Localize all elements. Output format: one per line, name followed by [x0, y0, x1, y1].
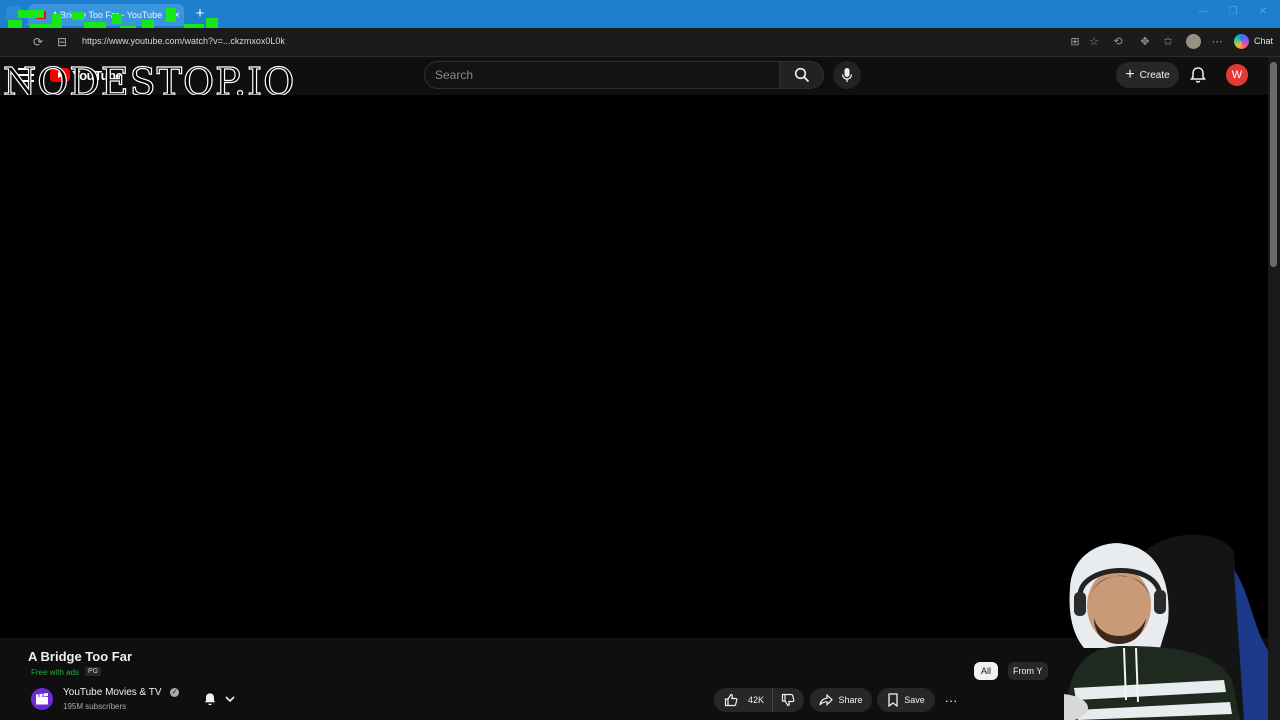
bookmark-icon — [888, 693, 898, 707]
chevron-down-icon[interactable] — [223, 692, 237, 706]
search-icon — [794, 67, 809, 83]
save-label: Save — [904, 695, 925, 705]
like-dislike-group: 42K — [714, 688, 804, 712]
share-arrow-icon — [819, 694, 834, 706]
channel-name[interactable]: YouTube Movies & TV — [63, 687, 162, 698]
copilot-icon[interactable] — [1234, 34, 1249, 49]
subscription-bell-icon[interactable] — [202, 691, 218, 707]
voice-search-button[interactable] — [833, 61, 861, 89]
tab-title: A Bridge Too Far - YouTube — [52, 10, 163, 20]
filter-chip-from[interactable]: From Y — [1008, 662, 1048, 680]
chat-button[interactable]: Chat — [1254, 36, 1273, 46]
site-info-icon[interactable]: ⊟ — [54, 34, 70, 50]
rating-badge: PG — [85, 667, 102, 676]
clapperboard-icon — [36, 693, 48, 705]
address-bar[interactable]: https://www.youtube.com/watch?v=...ckzmx… — [82, 36, 285, 46]
favorites-icon[interactable]: ✩ — [1161, 35, 1175, 49]
free-with-ads-badge: Free with ads — [31, 668, 80, 677]
microphone-icon — [841, 68, 853, 82]
maximize-window-button[interactable]: ❐ — [1226, 6, 1240, 20]
page-scrollbar[interactable] — [1268, 57, 1280, 720]
filter-chip-all[interactable]: All — [974, 662, 998, 680]
verified-check-icon: ✓ — [170, 688, 179, 697]
channel-avatar[interactable] — [31, 688, 53, 710]
more-menu-icon[interactable]: ⋯ — [1210, 35, 1224, 49]
browser-toolbar: ⟳ ⊟ https://www.youtube.com/watch?v=...c… — [0, 28, 1280, 57]
minimize-window-button[interactable]: — — [1196, 6, 1210, 20]
scrollbar-thumb[interactable] — [1270, 62, 1277, 267]
like-button[interactable]: 42K — [714, 688, 774, 712]
save-button[interactable]: Save — [877, 688, 935, 712]
search-button[interactable] — [780, 61, 824, 89]
refresh-icon[interactable]: ⟳ — [30, 34, 46, 50]
refresh-extension-icon[interactable]: ⟲ — [1111, 35, 1125, 49]
favorite-star-icon[interactable]: ☆ — [1087, 35, 1101, 49]
dislike-button[interactable] — [773, 693, 800, 707]
like-count: 42K — [748, 695, 765, 705]
share-button[interactable]: Share — [810, 688, 872, 712]
thumbs-down-icon — [781, 693, 795, 707]
share-label: Share — [838, 695, 863, 705]
subscriber-count: 195M subscribers — [63, 702, 127, 711]
plus-icon: + — [1125, 66, 1135, 83]
webcam-overlay-image — [1064, 534, 1268, 720]
account-avatar[interactable]: W — [1226, 64, 1248, 86]
video-title: A Bridge Too Far — [28, 649, 132, 664]
create-button[interactable]: + Create — [1116, 62, 1179, 88]
more-actions-button[interactable]: ··· — [940, 688, 962, 712]
create-label: Create — [1139, 69, 1170, 81]
extension-icon[interactable]: ✥ — [1138, 35, 1152, 49]
thumbs-up-icon — [724, 693, 738, 707]
profile-avatar[interactable] — [1186, 34, 1201, 49]
search-input[interactable] — [424, 61, 780, 89]
app-available-icon[interactable]: ⊞ — [1068, 35, 1082, 49]
notifications-bell-icon[interactable] — [1188, 65, 1208, 85]
close-window-button[interactable]: ✕ — [1256, 6, 1270, 20]
